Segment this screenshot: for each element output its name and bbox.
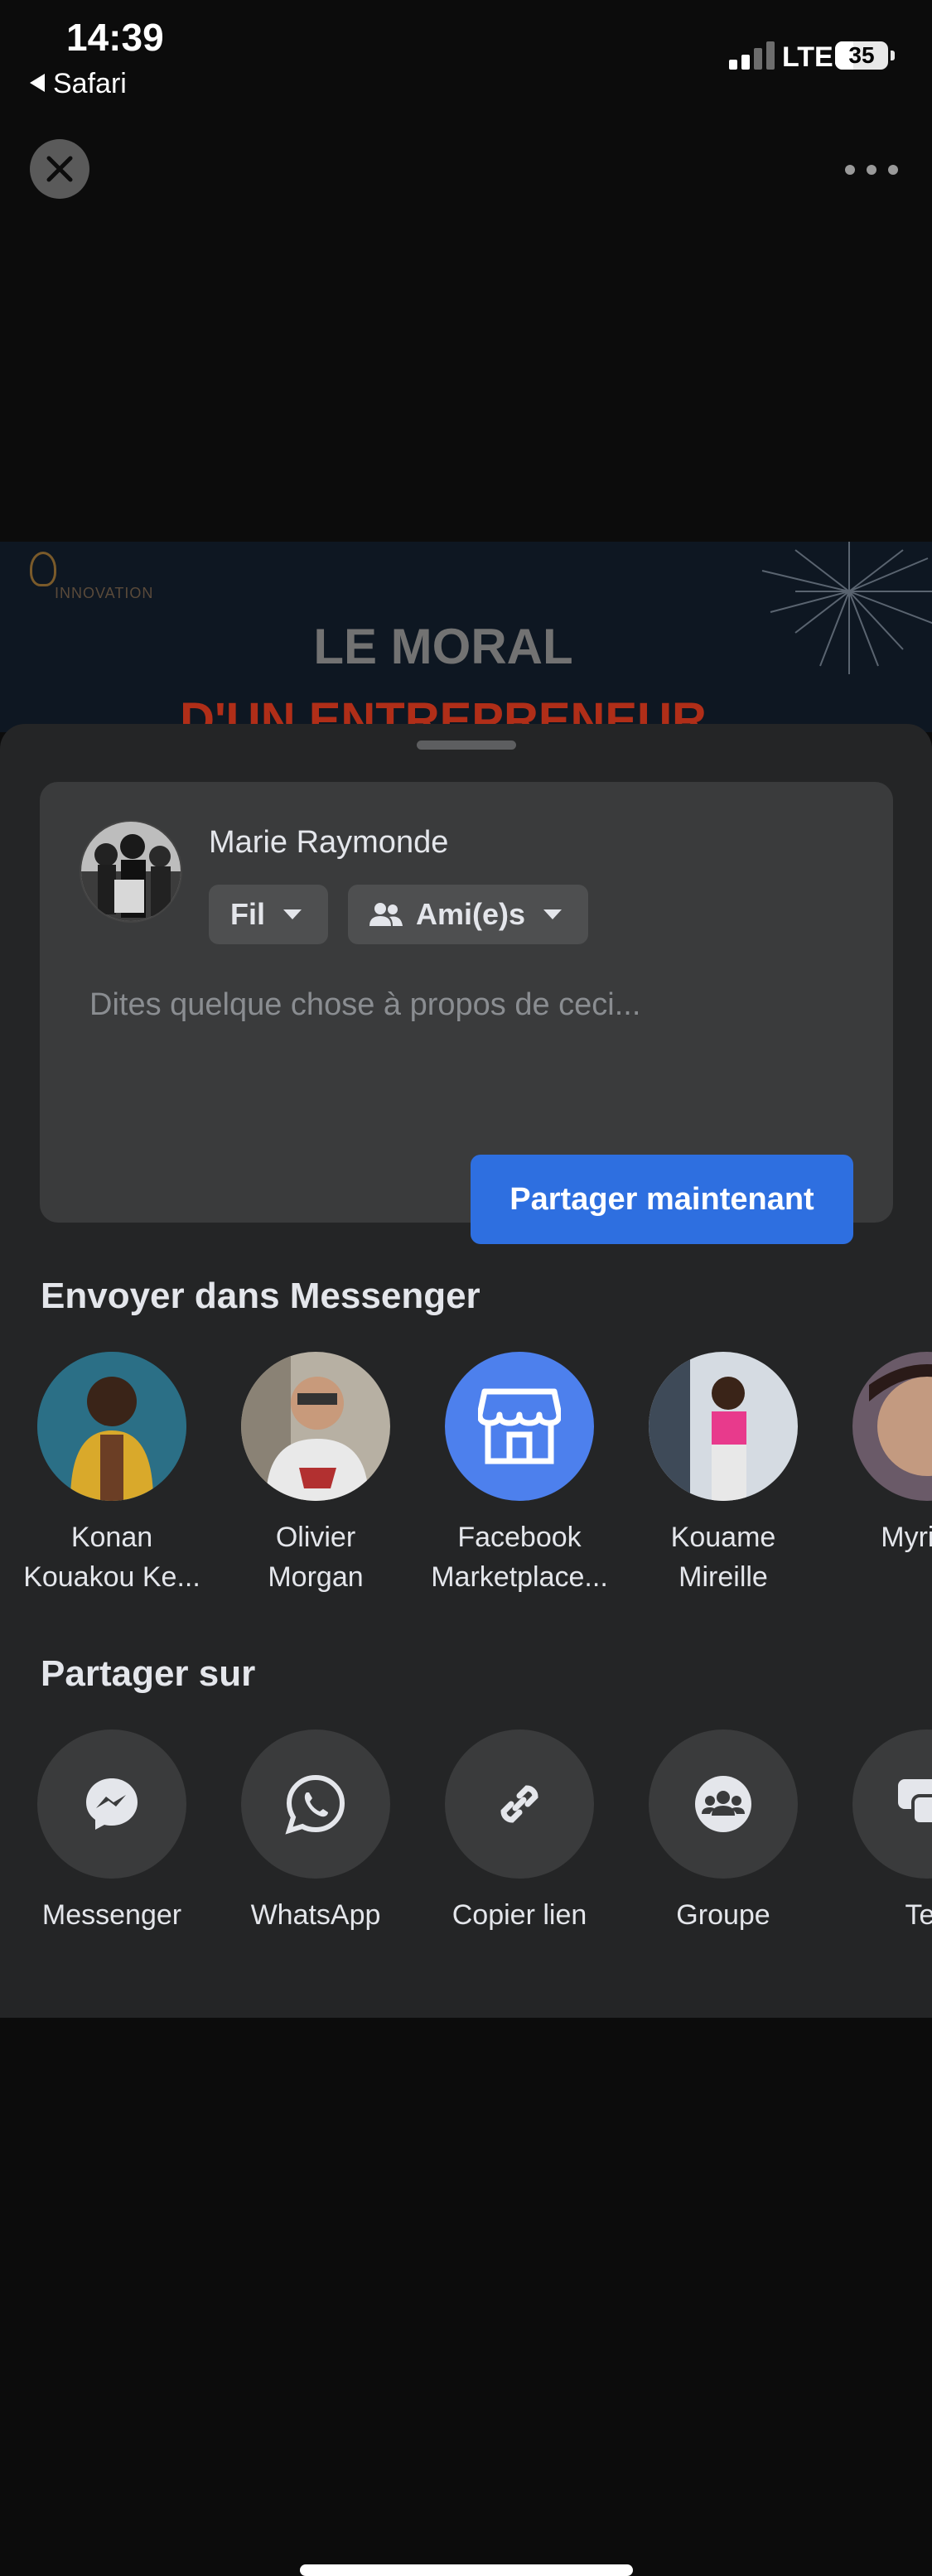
contact-item[interactable]: Myriam [825,1352,932,1557]
destination-label: Fil [230,897,265,931]
share-target-label: Copier lien [452,1899,587,1931]
preview-title-line1: LE MORAL [313,619,573,674]
messenger-icon [86,1778,138,1830]
text-message-icon [898,1779,932,1826]
user-avatar [80,820,182,923]
video-preview: INNOVATION LE MORAL D'UN ENTREPRENEUR [0,542,932,732]
back-app-label: Safari [53,68,127,99]
contact-item[interactable]: Olivier Morgan [214,1352,418,1597]
network-type: LTE [782,41,833,73]
contact-avatar [241,1352,390,1501]
share-target-whatsapp[interactable]: WhatsApp [214,1729,418,1935]
share-sheet: Marie Raymonde Fil Ami(e)s Dites quelque… [0,724,932,2576]
contact-avatar [852,1352,932,1501]
share-target-copy-link[interactable]: Copier lien [418,1729,621,1935]
audience-selector[interactable]: Ami(e)s [348,885,588,944]
contact-item[interactable]: Kouame Mireille [621,1352,825,1597]
status-bar: 14:39 Safari LTE 35 [0,0,932,108]
cellular-signal-icon [729,40,775,70]
contact-avatar [37,1352,186,1501]
chevron-down-icon [283,909,302,919]
link-icon [500,1785,538,1823]
contact-item[interactable]: Facebook Marketplace... [418,1352,621,1597]
marketplace-shop-icon [478,1388,561,1464]
share-target-label: WhatsApp [250,1899,381,1931]
messenger-section-title: Envoyer dans Messenger [41,1276,480,1316]
back-arrow-icon [30,74,45,93]
share-target-text[interactable]: Tex [825,1729,932,1935]
more-horizontal-icon [845,165,855,175]
status-time: 14:39 [66,16,164,59]
sheet-grabber[interactable] [417,740,516,750]
more-options-button[interactable] [845,157,898,182]
battery-percent: 35 [848,42,875,68]
brand-text: INNOVATION [55,585,154,601]
post-text-input[interactable]: Dites quelque chose à propos de ceci... [89,987,640,1023]
post-composer: Marie Raymonde Fil Ami(e)s Dites quelque… [40,782,893,1244]
battery-icon: 35 [835,41,895,70]
contact-avatar [445,1352,594,1501]
back-to-app-link[interactable]: Safari [30,68,127,100]
user-name: Marie Raymonde [209,825,449,860]
close-button[interactable] [30,139,89,199]
share-target-label: Groupe [676,1899,770,1931]
whatsapp-icon [285,1774,345,1835]
share-on-section-title: Partager sur [41,1653,256,1694]
audience-label: Ami(e)s [416,897,526,931]
messenger-contacts-row: Konan Kouakou Ke... Olivier Morgan Faceb… [0,1352,932,1633]
contact-name-line1: Olivier [275,1522,356,1553]
contact-name-line2: Kouakou Ke... [23,1561,200,1593]
contact-name-line2: Mireille [678,1561,768,1593]
contact-name-line1: Konan [70,1522,153,1553]
contact-name-line1: Facebook [457,1522,582,1553]
contact-name-line1: Myriam [881,1522,932,1553]
close-icon [46,156,73,182]
chevron-down-icon [543,909,563,919]
share-now-button[interactable]: Partager maintenant [471,1155,853,1244]
destination-selector[interactable]: Fil [209,885,328,944]
contact-name-line1: Kouame [670,1522,776,1553]
share-target-label: Tex [905,1899,932,1931]
share-target-group[interactable]: Groupe [621,1729,825,1935]
home-indicator[interactable] [300,2564,633,2576]
contact-avatar [649,1352,798,1501]
share-targets-row: Messenger WhatsApp Copier lien Groupe Te [0,1729,932,2011]
brand-logo: INNOVATION [18,552,152,610]
friends-icon [369,903,403,926]
contact-name-line2: Morgan [268,1561,364,1593]
share-target-label: Messenger [41,1899,182,1931]
group-icon [695,1776,751,1832]
share-target-messenger[interactable]: Messenger [10,1729,214,1935]
contact-name-line2: Marketplace... [431,1561,608,1593]
contact-item[interactable]: Konan Kouakou Ke... [10,1352,214,1597]
